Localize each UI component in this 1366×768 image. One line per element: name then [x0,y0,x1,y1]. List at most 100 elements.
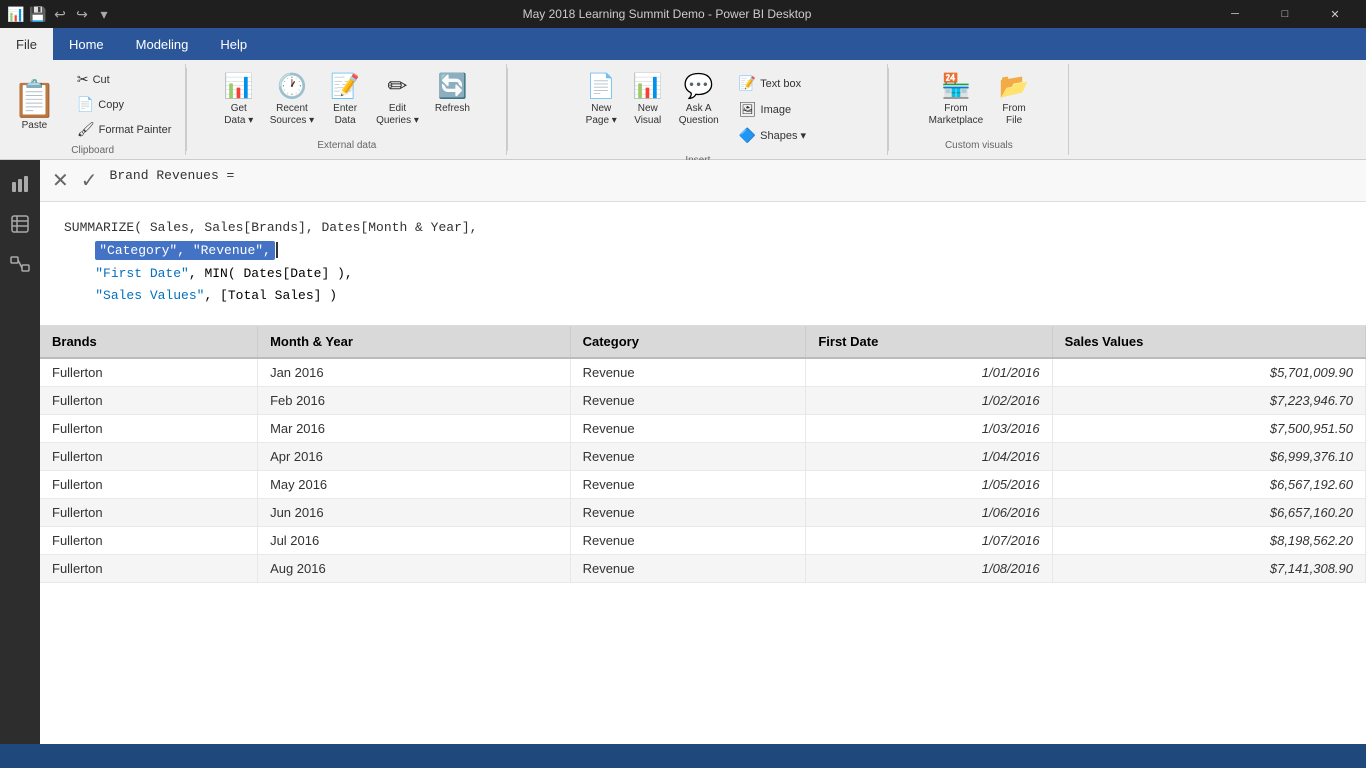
cut-button[interactable]: ✂ Cut [71,68,178,91]
menu-file[interactable]: File [0,28,53,60]
formula-content: Brand Revenues = [110,168,235,183]
table-row: FullertonApr 2016Revenue1/04/2016$6,999,… [40,443,1366,471]
sidebar-icon-data[interactable] [4,208,36,240]
table-cell-5-1: Jun 2016 [258,499,571,527]
format-painter-button[interactable]: 🖌 Format Painter [71,118,178,141]
table-cell-6-3: 1/07/2016 [806,527,1052,555]
data-table-container: Brands Month & Year Category First Date … [40,326,1366,744]
table-cell-1-1: Feb 2016 [258,387,571,415]
from-marketplace-label: FromMarketplace [929,103,983,127]
get-data-button[interactable]: 📊 GetData ▾ [218,68,260,131]
table-row: FullertonJan 2016Revenue1/01/2016$5,701,… [40,358,1366,387]
table-cell-2-1: Mar 2016 [258,415,571,443]
maximize-button[interactable]: □ [1262,0,1308,28]
clipboard-group-label: Clipboard [71,141,114,156]
code-line-2: "Category", "Revenue", [64,241,1342,262]
table-cell-6-0: Fullerton [40,527,258,555]
get-data-label: GetData ▾ [224,103,253,127]
customize-icon[interactable]: ▾ [96,6,112,22]
new-visual-button[interactable]: 📊 NewVisual [627,68,669,131]
formula-confirm-button[interactable]: ✓ [81,168,98,193]
table-cell-1-2: Revenue [570,387,806,415]
ask-question-label: Ask AQuestion [679,103,719,127]
sidebar-icon-report[interactable] [4,168,36,200]
save-icon[interactable]: 💾 [30,6,46,22]
table-cell-4-1: May 2016 [258,471,571,499]
menu-modeling[interactable]: Modeling [120,28,205,60]
code-summarize: SUMMARIZE( Sales, Sales[Brands], Dates[M… [64,220,477,235]
enter-data-button[interactable]: 📝 EnterData [324,68,366,131]
minimize-button[interactable]: ─ [1212,0,1258,28]
formula-text[interactable]: Brand Revenues = [110,168,1354,193]
sidebar [0,160,40,744]
menu-home[interactable]: Home [53,28,120,60]
menu-bar: File Home Modeling Help [0,28,1366,60]
table-row: FullertonMay 2016Revenue1/05/2016$6,567,… [40,471,1366,499]
table-cell-6-2: Revenue [570,527,806,555]
data-table: Brands Month & Year Category First Date … [40,326,1366,583]
text-box-icon: 📝 [739,75,756,92]
image-button[interactable]: 🖼 Image [733,98,812,121]
formula-close-button[interactable]: ✕ [52,168,69,193]
table-header-row: Brands Month & Year Category First Date … [40,326,1366,358]
table-cell-3-1: Apr 2016 [258,443,571,471]
code-line-4: "Sales Values", [Total Sales] ) [64,286,1342,307]
table-row: FullertonJun 2016Revenue1/06/2016$6,657,… [40,499,1366,527]
custom-visuals-buttons: 🏪 FromMarketplace 📂 FromFile [923,68,1035,136]
copy-button[interactable]: 📄 Copy [71,93,178,116]
from-file-button[interactable]: 📂 FromFile [993,68,1035,131]
paste-icon: 📋 [12,78,57,120]
table-cell-6-1: Jul 2016 [258,527,571,555]
paste-button[interactable]: 📋 Paste [8,74,61,135]
col-header-month-year: Month & Year [258,326,571,358]
table-cell-4-4: $6,567,192.60 [1052,471,1365,499]
col-header-sales-values: Sales Values [1052,326,1365,358]
new-page-button[interactable]: 📄 NewPage ▾ [580,68,623,131]
recent-sources-button[interactable]: 🕐 RecentSources ▾ [264,68,320,131]
table-cell-7-3: 1/08/2016 [806,555,1052,583]
copy-label: Copy [98,99,124,111]
enter-data-icon: 📝 [330,72,360,101]
table-cell-2-2: Revenue [570,415,806,443]
edit-queries-label: EditQueries ▾ [376,103,419,127]
title-bar-icons: 📊 💾 ↩ ↪ ▾ [8,6,112,22]
edit-queries-button[interactable]: ✏ EditQueries ▾ [370,68,425,131]
close-button[interactable]: ✕ [1312,0,1358,28]
new-visual-icon: 📊 [633,72,663,101]
table-cell-2-0: Fullerton [40,415,258,443]
code-line-3: "First Date", MIN( Dates[Date] ), [64,264,1342,285]
table-cell-1-3: 1/02/2016 [806,387,1052,415]
from-marketplace-icon: 🏪 [941,72,971,101]
custom-visuals-label: Custom visuals [945,136,1013,151]
ribbon-group-insert: 📄 NewPage ▾ 📊 NewVisual 💬 Ask AQuestion … [508,64,888,155]
undo-icon[interactable]: ↩ [52,6,68,22]
external-data-label: External data [317,136,376,151]
table-cell-7-4: $7,141,308.90 [1052,555,1365,583]
shapes-button[interactable]: 🔷 Shapes ▾ [733,124,812,147]
menu-help[interactable]: Help [204,28,263,60]
content-area: ✕ ✓ Brand Revenues = SUMMARIZE( Sales, S… [0,160,1366,744]
clipboard-left: 📋 Paste [8,68,67,141]
table-row: FullertonFeb 2016Revenue1/02/2016$7,223,… [40,387,1366,415]
table-cell-3-4: $6,999,376.10 [1052,443,1365,471]
from-marketplace-button[interactable]: 🏪 FromMarketplace [923,68,989,131]
table-cell-5-4: $6,657,160.20 [1052,499,1365,527]
ribbon-group-custom-visuals: 🏪 FromMarketplace 📂 FromFile Custom visu… [889,64,1069,155]
ribbon-group-external-data: 📊 GetData ▾ 🕐 RecentSources ▾ 📝 EnterDat… [187,64,507,155]
sidebar-icon-relationships[interactable] [4,248,36,280]
copy-icon: 📄 [77,96,94,113]
table-cell-3-3: 1/04/2016 [806,443,1052,471]
formula-bar: ✕ ✓ Brand Revenues = [40,160,1366,202]
table-cell-0-4: $5,701,009.90 [1052,358,1365,387]
ask-question-button[interactable]: 💬 Ask AQuestion [673,68,725,131]
table-cell-4-2: Revenue [570,471,806,499]
cut-icon: ✂ [77,71,89,88]
text-box-button[interactable]: 📝 Text box [733,72,812,95]
code-min: MIN [204,266,227,281]
table-cell-7-2: Revenue [570,555,806,583]
app-icon: 📊 [8,6,24,22]
refresh-button[interactable]: 🔄 Refresh [429,68,476,119]
redo-icon[interactable]: ↪ [74,6,90,22]
table-cell-5-0: Fullerton [40,499,258,527]
table-cell-6-4: $8,198,562.20 [1052,527,1365,555]
